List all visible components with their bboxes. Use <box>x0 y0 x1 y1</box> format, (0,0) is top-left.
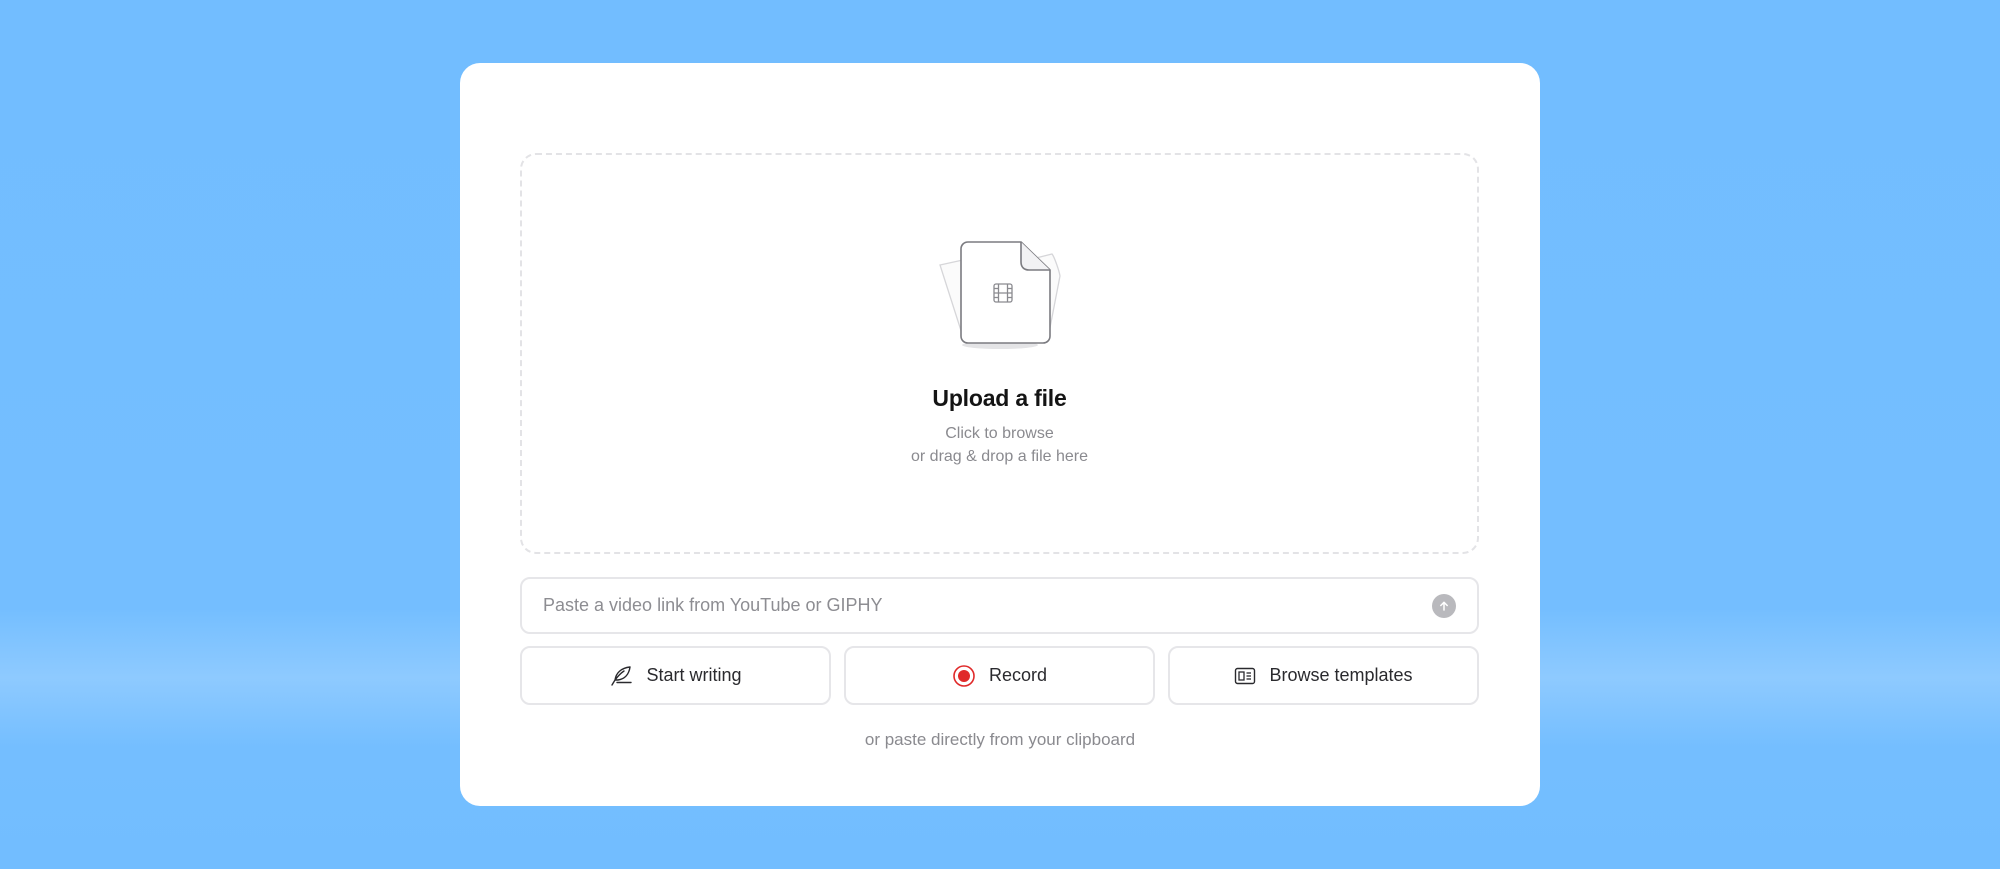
upload-title: Upload a file <box>932 385 1067 411</box>
clipboard-hint: or paste directly from your clipboard <box>864 730 1136 749</box>
upload-card: Upload a file Click to browse or drag & … <box>460 63 1540 806</box>
video-file-icon <box>939 241 1061 349</box>
video-link-field <box>520 577 1479 634</box>
upload-drag-hint: or drag & drop a file here <box>911 448 1088 465</box>
browse-templates-button[interactable]: Browse templates <box>1168 646 1479 705</box>
file-dropzone[interactable]: Upload a file Click to browse or drag & … <box>520 153 1479 554</box>
arrow-up-icon <box>1440 601 1448 611</box>
record-label: Record <box>988 665 1048 685</box>
browse-templates-label: Browse templates <box>1269 665 1413 685</box>
video-link-input[interactable] <box>522 579 1432 632</box>
start-writing-button[interactable]: Start writing <box>520 646 831 705</box>
record-icon <box>953 664 975 687</box>
template-icon <box>1235 667 1256 684</box>
record-button[interactable]: Record <box>844 646 1155 705</box>
start-writing-label: Start writing <box>646 665 742 685</box>
quill-icon <box>611 665 633 686</box>
upload-browse-hint: Click to browse <box>945 425 1054 442</box>
submit-link-button[interactable] <box>1432 593 1456 618</box>
